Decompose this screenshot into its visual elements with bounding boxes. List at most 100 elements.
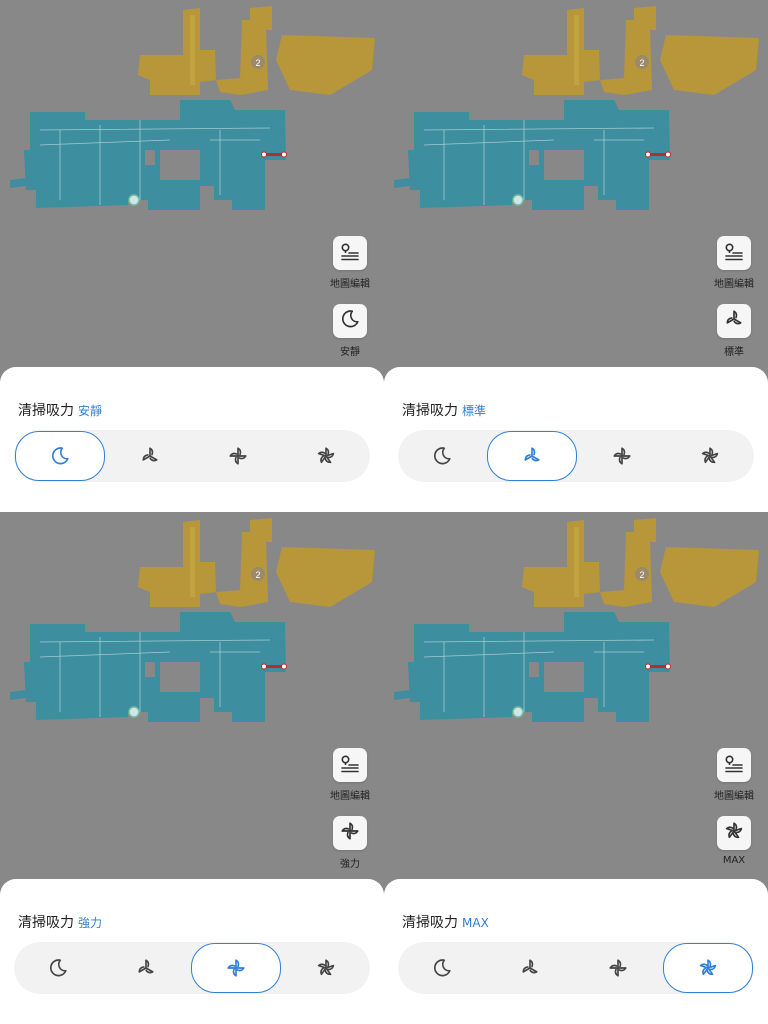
suction-sheet: 清掃吸力 強力 [0,879,384,1024]
map-edit-icon [725,243,743,261]
suction-selector[interactable] [398,942,754,994]
map-edit-label: 地圖編輯 [330,279,370,290]
current-mode-text: 強力 [78,916,103,930]
cleaning-map[interactable]: 2 [0,0,384,240]
cleaning-map[interactable]: 2 [384,512,768,752]
sheet-title: 清掃吸力 安靜 [18,400,102,420]
suction-sheet: 清掃吸力 MAX [384,879,768,1024]
map-edit-tool[interactable]: 地圖編輯 [714,236,754,290]
suction-tool[interactable]: 安靜 [330,304,370,358]
map-edit-tool[interactable]: 地圖編輯 [330,236,370,290]
fan-standard-icon [726,310,742,325]
map-edit-button[interactable] [333,236,367,270]
suction-option-max[interactable] [282,430,370,482]
sheet-title-text: 清掃吸力 [402,403,458,419]
map-edit-label: 地圖編輯 [714,791,754,802]
fan-standard-icon [138,959,154,974]
moon-icon [341,310,359,328]
app-panel-1: 2 地圖編輯 安靜 清掃吸力 安靜 [0,0,384,512]
map-edit-button[interactable] [717,748,751,782]
fan-max-icon [725,822,743,839]
suction-tool[interactable]: MAX [714,816,754,866]
suction-button[interactable] [717,816,751,850]
map-edit-label: 地圖編輯 [714,279,754,290]
cleaning-map[interactable]: 2 [0,512,384,752]
suction-option-quiet[interactable] [398,430,486,482]
map-edit-icon [341,755,359,773]
suction-mode-label: 安靜 [340,347,360,358]
suction-option-strong[interactable] [194,430,282,482]
robot-position [512,194,524,206]
room-badge-text: 2 [639,570,644,580]
room-badge-text: 2 [255,570,260,580]
suction-sheet: 清掃吸力 標準 [384,367,768,512]
app-panel-2: 2 地圖編輯 標準 清掃吸力 標準 [384,0,768,512]
suction-selector[interactable] [14,430,370,482]
robot-position [512,706,524,718]
fan-standard-icon [524,447,540,462]
fan-standard-icon [142,447,158,462]
sheet-title-text: 清掃吸力 [18,915,74,931]
suction-option-strong[interactable] [578,430,666,482]
suction-option-strong[interactable] [574,942,662,994]
moon-icon [433,959,451,977]
sheet-title-text: 清掃吸力 [18,403,74,419]
room-upper [138,520,216,607]
suction-option-strong[interactable] [191,943,281,993]
fan-max-icon [701,447,719,464]
suction-option-max[interactable] [666,430,754,482]
suction-option-quiet[interactable] [14,942,102,994]
current-mode-text: 安靜 [78,404,103,418]
fan-strong-icon [609,959,627,977]
suction-option-standard[interactable] [486,942,574,994]
suction-option-max[interactable] [663,943,753,993]
sheet-title-text: 清掃吸力 [402,915,458,931]
moon-icon [433,447,451,465]
suction-button[interactable] [333,304,367,338]
moon-icon [49,959,67,977]
suction-option-quiet[interactable] [15,431,105,481]
map-edit-button[interactable] [717,236,751,270]
app-panel-3: 2 地圖編輯 強力 清掃吸力 強力 [0,512,384,1024]
sheet-title: 清掃吸力 MAX [402,912,489,932]
suction-tool[interactable]: 標準 [714,304,754,358]
map-edit-tool[interactable]: 地圖編輯 [330,748,370,802]
fan-strong-icon [229,447,247,465]
suction-option-max[interactable] [282,942,370,994]
current-mode-text: MAX [462,916,489,930]
fan-strong-icon [613,447,631,465]
fan-max-icon [317,447,335,464]
app-panel-4: 2 地圖編輯 MAX 清掃吸力 MAX [384,512,768,1024]
robot-position [128,194,140,206]
suction-selector[interactable] [14,942,370,994]
suction-mode-label: 強力 [340,859,360,870]
fan-strong-icon [227,959,245,977]
fan-strong-icon [341,822,359,840]
room-upper [138,8,216,95]
room-upper [522,8,600,95]
suction-button[interactable] [333,816,367,850]
robot-position [128,706,140,718]
map-edit-label: 地圖編輯 [330,791,370,802]
sheet-title: 清掃吸力 強力 [18,912,102,932]
room-upper [522,520,600,607]
suction-option-standard[interactable] [102,942,190,994]
fan-max-icon [699,959,717,976]
suction-sheet: 清掃吸力 安靜 [0,367,384,512]
suction-option-standard[interactable] [106,430,194,482]
map-edit-tool[interactable]: 地圖編輯 [714,748,754,802]
moon-icon [51,447,69,465]
suction-button[interactable] [717,304,751,338]
sheet-title: 清掃吸力 標準 [402,400,486,420]
suction-selector[interactable] [398,430,754,482]
suction-option-quiet[interactable] [398,942,486,994]
room-badge-text: 2 [255,58,260,68]
fan-standard-icon [522,959,538,974]
suction-mode-label: 標準 [724,347,744,358]
suction-tool[interactable]: 強力 [330,816,370,870]
suction-option-standard[interactable] [487,431,577,481]
map-edit-button[interactable] [333,748,367,782]
fan-max-icon [317,959,335,976]
cleaning-map[interactable]: 2 [384,0,768,240]
room-badge-text: 2 [639,58,644,68]
